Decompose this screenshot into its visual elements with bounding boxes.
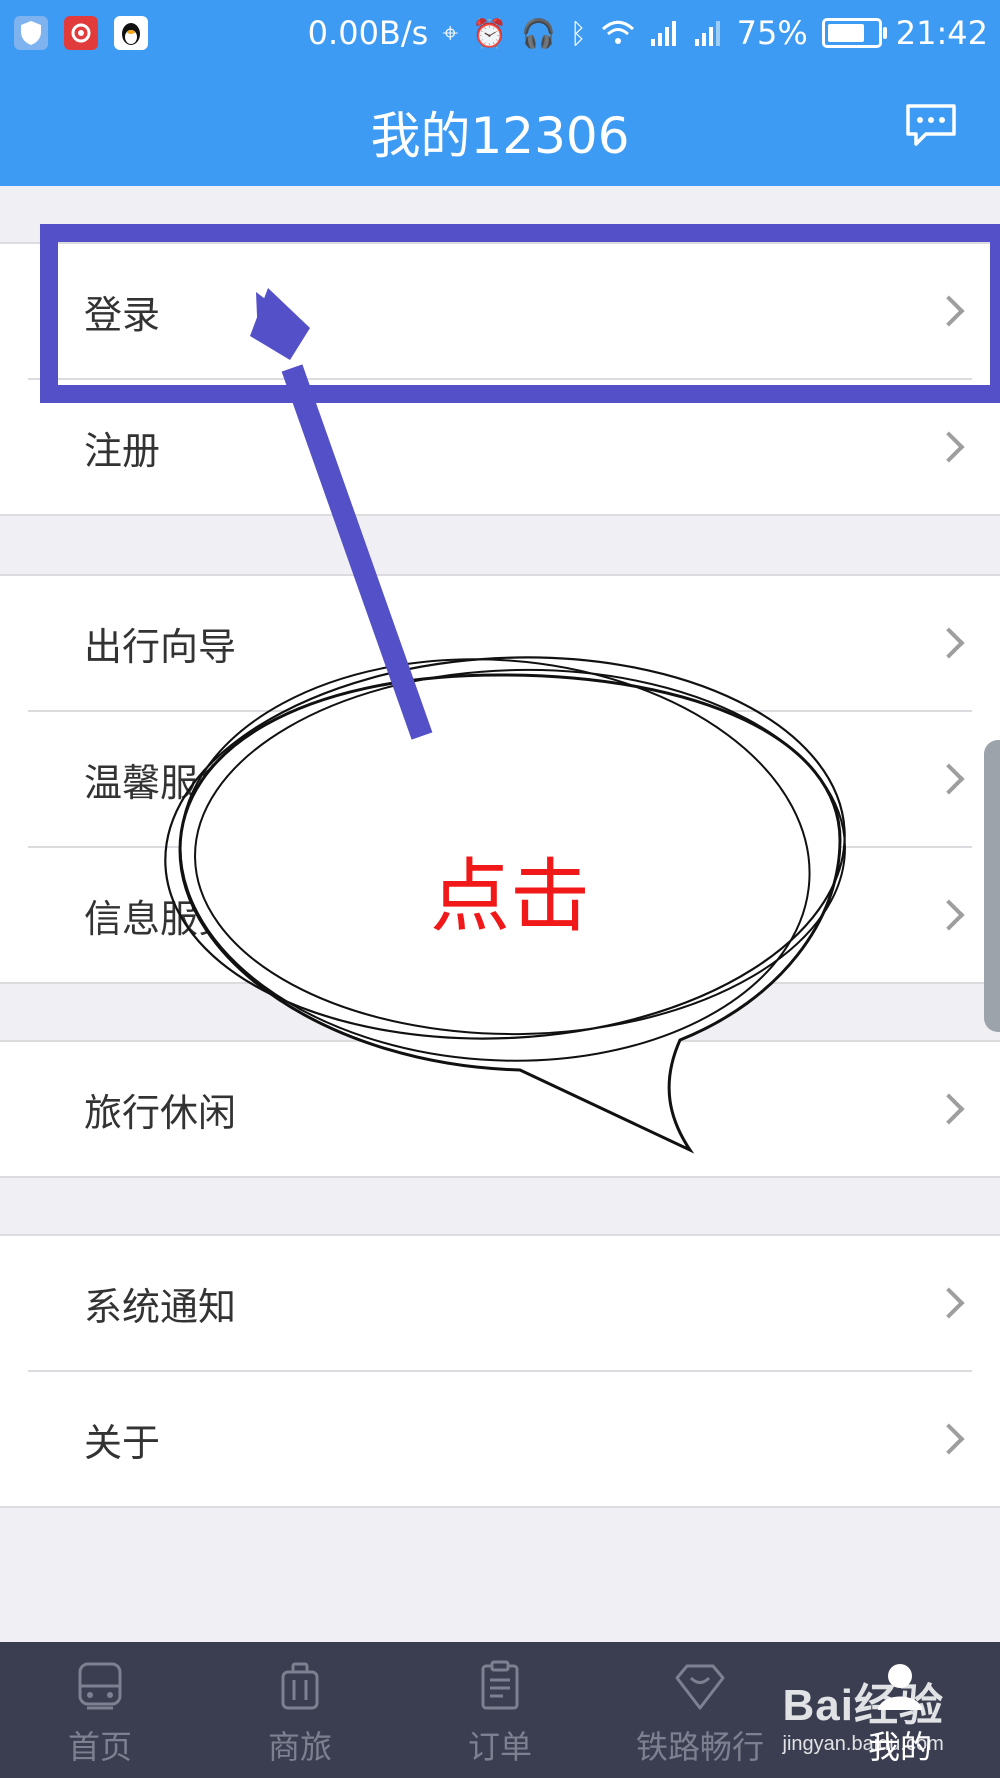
menu-item-label: 注册 bbox=[84, 428, 161, 473]
menu-item-label: 温馨服务 bbox=[84, 760, 237, 805]
tab-label: 订单 bbox=[467, 1728, 532, 1766]
watermark-main: Bai经验 bbox=[782, 1681, 944, 1730]
title-bar: 我的12306 bbox=[0, 72, 1000, 186]
battery-percent: 75% bbox=[736, 14, 808, 52]
tab-home[interactable]: 首页 bbox=[0, 1642, 200, 1778]
tab-label: 首页 bbox=[67, 1728, 132, 1766]
diamond-icon bbox=[675, 1664, 725, 1710]
net-speed: 0.00B/s bbox=[307, 14, 429, 52]
clipboard-icon bbox=[481, 1660, 519, 1710]
side-scroll-tab[interactable] bbox=[984, 740, 1000, 1032]
battery-icon bbox=[821, 18, 887, 48]
menu-item-system-notice[interactable]: 系统通知 bbox=[0, 1236, 1000, 1370]
menu-item-warm-service[interactable]: 温馨服务 bbox=[0, 712, 1000, 846]
tab-railway-pass[interactable]: 铁路畅行 bbox=[600, 1642, 800, 1778]
menu-item-label: 系统通知 bbox=[84, 1284, 237, 1329]
chevron-right-icon bbox=[933, 1287, 965, 1319]
tab-label: 铁路畅行 bbox=[635, 1728, 764, 1766]
wifi-icon bbox=[601, 20, 634, 44]
menu-item-about[interactable]: 关于 bbox=[0, 1372, 1000, 1506]
tab-orders[interactable]: 订单 bbox=[400, 1642, 600, 1778]
message-button[interactable] bbox=[904, 102, 958, 148]
menu-item-register[interactable]: 注册 bbox=[0, 380, 1000, 514]
menu-item-label: 出行向导 bbox=[84, 624, 237, 669]
chevron-right-icon bbox=[933, 1423, 965, 1455]
chevron-right-icon bbox=[933, 763, 965, 795]
netease-music-icon bbox=[64, 16, 98, 50]
menu-item-info-service[interactable]: 信息服务 bbox=[0, 848, 1000, 982]
message-icon bbox=[906, 104, 956, 146]
status-indicators: 0.00B/s ⌖ ⏰ 🎧 ᛒ 75% 21:42 bbox=[308, 14, 988, 52]
alarm-icon: ⏰ bbox=[472, 16, 507, 50]
page-title: 我的12306 bbox=[370, 107, 630, 165]
service-group: 出行向导 温馨服务 信息服务 bbox=[0, 574, 1000, 984]
headphones-icon: 🎧 bbox=[520, 16, 556, 50]
menu-item-label: 关于 bbox=[84, 1420, 161, 1465]
chevron-right-icon bbox=[933, 627, 965, 659]
bottom-nav: 首页 商旅 订单 铁路畅行 我的 Bai经验 jingyan.baidu.com bbox=[0, 1642, 1000, 1778]
menu-item-label: 旅行休闲 bbox=[84, 1090, 237, 1135]
chevron-right-icon bbox=[933, 431, 965, 463]
bluetooth-icon: ᛒ bbox=[569, 16, 587, 50]
chevron-right-icon bbox=[933, 295, 965, 327]
chevron-right-icon bbox=[933, 899, 965, 931]
menu-item-login[interactable]: 登录 bbox=[0, 244, 1000, 378]
system-group: 系统通知 关于 bbox=[0, 1234, 1000, 1508]
menu-item-travel-guide[interactable]: 出行向导 bbox=[0, 576, 1000, 710]
watermark-sub: jingyan.baidu.com bbox=[782, 1733, 944, 1755]
qq-penguin-icon bbox=[114, 16, 148, 50]
menu-item-travel-leisure[interactable]: 旅行休闲 bbox=[0, 1042, 1000, 1176]
train-icon bbox=[78, 1662, 122, 1710]
menu-item-label: 信息服务 bbox=[84, 896, 237, 941]
luggage-icon bbox=[281, 1662, 319, 1710]
tab-label: 商旅 bbox=[267, 1728, 332, 1766]
tab-business[interactable]: 商旅 bbox=[200, 1642, 400, 1778]
status-app-icons bbox=[14, 16, 148, 50]
leisure-group: 旅行休闲 bbox=[0, 1040, 1000, 1178]
shield-app-icon bbox=[14, 16, 48, 50]
menu-item-label: 登录 bbox=[84, 292, 161, 337]
signal-icon-2 bbox=[694, 21, 720, 46]
location-icon: ⌖ bbox=[442, 16, 459, 49]
signal-icon bbox=[650, 21, 676, 46]
watermark: Bai经验 jingyan.baidu.com bbox=[783, 1669, 944, 1756]
account-group: 登录 注册 bbox=[0, 242, 1000, 516]
clock: 21:42 bbox=[895, 14, 988, 52]
chevron-right-icon bbox=[933, 1093, 965, 1125]
status-bar: 0.00B/s ⌖ ⏰ 🎧 ᛒ 75% 21:42 bbox=[0, 0, 1000, 72]
